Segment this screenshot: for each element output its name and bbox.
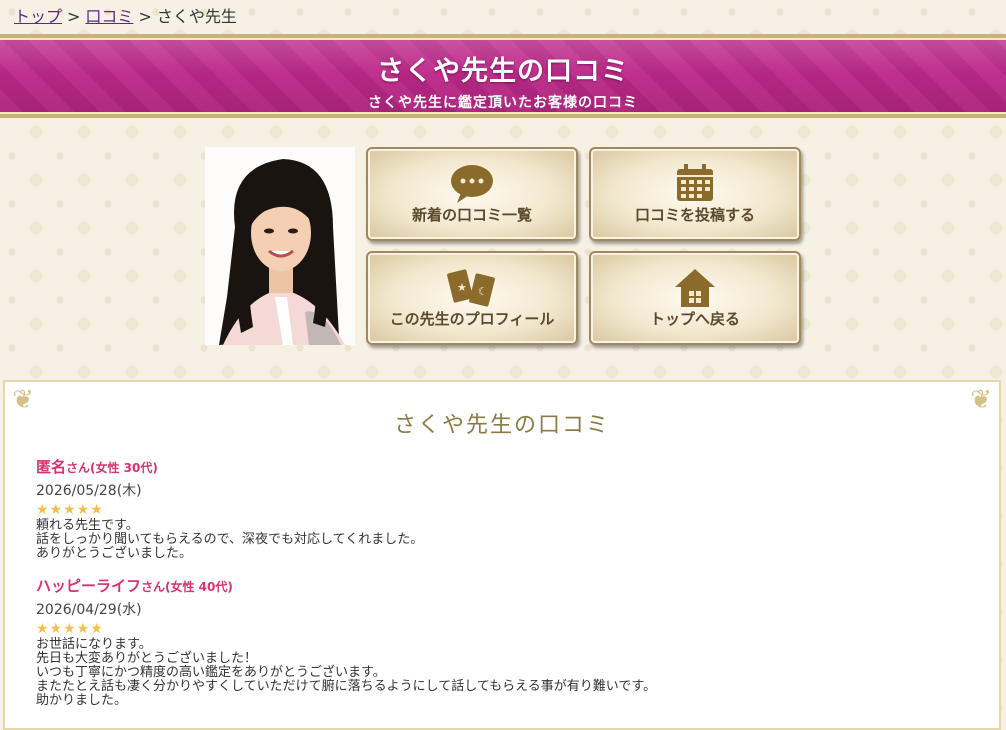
- header-banner: さくや先生の口コミ さくや先生に鑑定頂いたお客様の口コミ: [0, 34, 1006, 118]
- review-line: 助かりました。: [36, 693, 128, 708]
- reviewer-info: さん(女性 30代): [66, 461, 158, 475]
- breadcrumb-top-link[interactable]: トップ: [14, 7, 62, 26]
- post-review-label: 口コミを投稿する: [634, 206, 755, 224]
- latest-reviews-label: 新着の口コミ一覧: [411, 206, 532, 224]
- review-text: 頼れる先生です。 話をしっかり聞いてもらえるので、深夜でも対応してくれました。 …: [36, 519, 423, 561]
- review-date: 2026/05/28(木): [36, 483, 142, 499]
- review-text: お世話になります。 先日も大変ありがとうございました！ いつも丁寧にかつ精度の高…: [36, 638, 656, 708]
- reviewer-nickname: 匿名: [36, 458, 67, 476]
- review-line: いつも丁寧にかつ精度の高い鑑定をありがとうございます。: [36, 665, 386, 680]
- latest-reviews-button[interactable]: 新着の口コミ一覧: [366, 147, 578, 241]
- breadcrumb-separator: >: [67, 7, 81, 26]
- reviewer-name: ハッピーライフさん(女性 40代): [36, 575, 656, 596]
- post-review-button[interactable]: 口コミを投稿する: [589, 147, 801, 241]
- reviewer-info: さん(女性 40代): [141, 580, 233, 594]
- review-line: ありがとうございました。: [36, 546, 193, 561]
- reviewer-nickname: ハッピーライフ: [36, 577, 142, 595]
- review-item: 匿名さん(女性 30代) 2026/05/28(木) ★★★★★ 頼れる先生です…: [36, 456, 423, 561]
- reviews-heading: さくや先生の口コミ: [393, 413, 610, 438]
- review-stars: ★★★★★: [36, 502, 104, 518]
- speech-bubble-icon: [449, 163, 495, 207]
- calendar-icon: [675, 163, 715, 207]
- corner-ornament-icon: ❦: [970, 385, 992, 415]
- breadcrumb-current: さくや先生: [156, 7, 237, 26]
- reviews-panel: ❦ ❦ さくや先生の口コミ 匿名さん(女性 30代) 2026/05/28(木)…: [3, 380, 1001, 730]
- review-line: またたとえ話も凄く分かりやすくしていただけて腑に落ちるようにして話してもらえる事…: [36, 679, 657, 694]
- review-date: 2026/04/29(水): [36, 602, 142, 618]
- page-title: さくや先生の口コミ: [377, 56, 629, 87]
- svg-text:★: ★: [457, 281, 467, 294]
- teacher-profile-button[interactable]: ★ ☾ この先生のプロフィール: [366, 251, 578, 345]
- svg-text:☾: ☾: [478, 285, 488, 298]
- home-icon: [673, 267, 717, 313]
- review-line: お世話になります。: [36, 637, 152, 652]
- corner-ornament-icon: ❦: [12, 385, 34, 415]
- review-line: 話をしっかり聞いてもらえるので、深夜でも対応してくれました。: [36, 532, 424, 547]
- reviewer-name: 匿名さん(女性 30代): [36, 456, 423, 477]
- back-to-top-button[interactable]: トップへ戻る: [589, 251, 801, 345]
- review-line: 先日も大変ありがとうございました！: [36, 651, 258, 666]
- teacher-profile-label: この先生のプロフィール: [389, 310, 555, 328]
- back-to-top-label: トップへ戻る: [649, 310, 740, 328]
- tarot-cards-icon: ★ ☾: [446, 267, 498, 313]
- teacher-portrait: [205, 147, 355, 345]
- portrait-image: [205, 147, 355, 345]
- breadcrumb-reviews-link[interactable]: 口コミ: [85, 7, 133, 26]
- page-subtitle: さくや先生に鑑定頂いたお客様の口コミ: [368, 95, 638, 111]
- breadcrumb: トップ > 口コミ > さくや先生: [14, 3, 237, 27]
- review-stars: ★★★★★: [36, 621, 104, 637]
- review-item: ハッピーライフさん(女性 40代) 2026/04/29(水) ★★★★★ お世…: [36, 575, 656, 708]
- review-line: 頼れる先生です。: [36, 518, 139, 533]
- breadcrumb-separator: >: [138, 7, 152, 26]
